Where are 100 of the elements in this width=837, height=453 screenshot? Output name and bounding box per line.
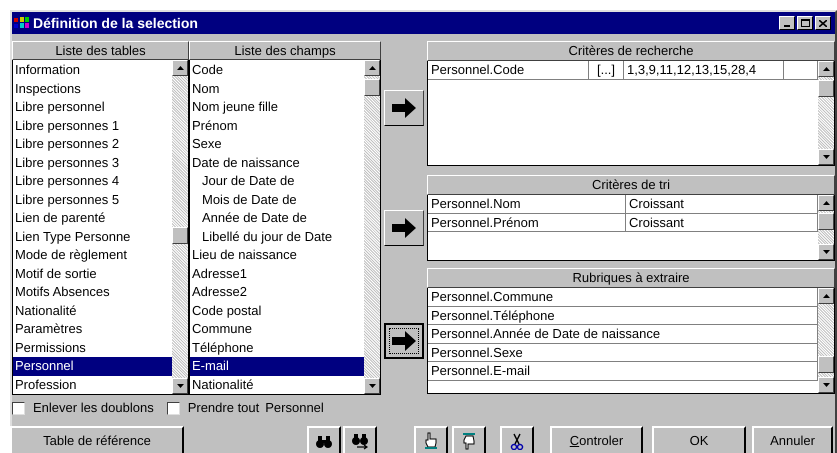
toolbar-button[interactable]	[414, 426, 448, 453]
list-item[interactable]: Code postal	[190, 302, 364, 320]
column-header: Critères de recherche	[427, 41, 835, 61]
table-cell: Personnel.Année de Date de naissance	[428, 325, 818, 344]
list-item[interactable]: Lien Type Personne	[13, 228, 172, 246]
scroll-down-button[interactable]	[364, 378, 380, 394]
scroll-down-button[interactable]	[818, 377, 834, 393]
table-cell: Croissant	[626, 195, 818, 214]
app-icon	[14, 16, 30, 30]
list-item[interactable]: Sexe	[190, 135, 364, 154]
list-item[interactable]: Libre personnes 4	[13, 172, 172, 190]
maximize-icon	[800, 19, 810, 27]
toolbar-button[interactable]	[343, 426, 377, 453]
list-item[interactable]: Personnel	[13, 357, 172, 376]
table-cell: Personnel.Téléphone	[428, 306, 818, 325]
scroll-up-button[interactable]	[818, 288, 834, 304]
toolbar-button[interactable]	[452, 426, 486, 453]
list-item[interactable]: Nom	[190, 80, 364, 98]
list-item[interactable]: Année de Date de	[190, 209, 364, 228]
list-item[interactable]: Paramètres	[13, 320, 172, 338]
hand-icon	[460, 432, 478, 450]
down-arrow-icon	[822, 155, 830, 159]
checkbox[interactable]	[12, 402, 25, 414]
list-item[interactable]: Nationalité	[13, 302, 172, 320]
column-header: Liste des champs	[189, 41, 381, 60]
scissors-icon	[509, 432, 525, 450]
scrollbar[interactable]	[818, 61, 834, 165]
browse-button[interactable]: [...]	[589, 61, 624, 80]
minimize-icon	[784, 25, 790, 27]
scroll-up-button[interactable]	[172, 60, 188, 76]
binoculars-icon	[315, 434, 333, 448]
list-item[interactable]: Libre personnes 3	[13, 154, 172, 172]
list-item[interactable]: Lieu de naissance	[190, 246, 364, 264]
table-name: Personnel	[265, 399, 324, 418]
table-cell: Personnel.Commune	[428, 288, 818, 306]
checkbox-label: Enlever les doublons	[33, 399, 154, 418]
close-button[interactable]	[815, 16, 831, 30]
table-cell: Personnel.Sexe	[428, 344, 818, 362]
list-item[interactable]: Libellé du jour de Date	[190, 228, 364, 246]
scroll-thumb[interactable]	[818, 356, 834, 373]
hand-icon	[422, 432, 440, 450]
list-item[interactable]: Nom jeune fille	[190, 98, 364, 116]
column-header: Rubriques à extraire	[427, 268, 835, 288]
scroll-thumb[interactable]	[364, 79, 380, 96]
list-item[interactable]: Jour de Date de	[190, 172, 364, 190]
list-item[interactable]: Adresse1	[190, 264, 364, 283]
scrollbar[interactable]	[172, 60, 188, 394]
right-arrow-icon	[392, 218, 416, 238]
list-item[interactable]: Mois de Date de	[190, 190, 364, 209]
down-arrow-icon	[822, 383, 830, 387]
table-cell: Personnel.E-mail	[428, 362, 818, 380]
column-header: Critères de tri	[427, 175, 835, 195]
list-item[interactable]: Prénom	[190, 116, 364, 135]
dialog-button[interactable]: Controler	[550, 426, 643, 453]
ok-button[interactable]: OK	[652, 426, 746, 453]
dialog-button[interactable]: Table de référence	[10, 426, 184, 453]
scroll-down-button[interactable]	[172, 378, 188, 394]
up-arrow-icon	[822, 201, 830, 205]
list-item[interactable]: Code	[190, 61, 364, 80]
toolbar-button[interactable]	[307, 426, 341, 453]
scrollbar[interactable]	[818, 195, 834, 260]
table-cell: 1,3,9,11,12,13,15,28,4	[624, 61, 784, 80]
list-item[interactable]: Libre personnel	[13, 98, 172, 116]
list-item[interactable]: Nationalité	[190, 376, 364, 394]
scroll-thumb[interactable]	[172, 227, 188, 244]
list-item[interactable]: Information	[13, 61, 172, 80]
scroll-down-button[interactable]	[818, 244, 834, 260]
list-item[interactable]: Permissions	[13, 338, 172, 357]
list-item[interactable]: Date de naissance	[190, 154, 364, 172]
scroll-thumb[interactable]	[818, 80, 834, 97]
list-item[interactable]: Lien de parenté	[13, 209, 172, 228]
list-item[interactable]: E-mail	[190, 357, 364, 376]
list-item[interactable]: Libre personnes 2	[13, 135, 172, 154]
checkbox-label: Prendre tout	[188, 399, 260, 418]
toolbar-button[interactable]	[500, 426, 534, 453]
dialog-button[interactable]: Annuler	[752, 426, 833, 453]
scrollbar[interactable]	[818, 288, 834, 393]
list-item[interactable]: Adresse2	[190, 283, 364, 302]
checkbox[interactable]	[166, 402, 180, 414]
list-item[interactable]: Téléphone	[190, 338, 364, 357]
list-item[interactable]: Libre personnes 5	[13, 190, 172, 209]
scroll-up-button[interactable]	[818, 195, 834, 211]
right-arrow-icon	[392, 98, 416, 118]
list-item[interactable]: Profession	[13, 376, 172, 394]
up-arrow-icon	[822, 294, 830, 298]
list-item[interactable]: Mode de règlement	[13, 246, 172, 264]
scroll-thumb[interactable]	[818, 213, 834, 230]
list-item[interactable]: Inspections	[13, 80, 172, 98]
scroll-up-button[interactable]	[818, 61, 834, 77]
scroll-down-button[interactable]	[818, 149, 834, 165]
maximize-button[interactable]	[797, 16, 813, 30]
list-item[interactable]: Libre personnes 1	[13, 116, 172, 135]
up-arrow-icon	[822, 67, 830, 71]
minimize-button[interactable]	[779, 16, 795, 30]
list-item[interactable]: Motifs Absences	[13, 283, 172, 302]
list-item[interactable]: Commune	[190, 320, 364, 338]
transfer-button[interactable]	[384, 323, 424, 359]
scrollbar[interactable]	[364, 60, 380, 394]
list-item[interactable]: Motif de sortie	[13, 264, 172, 283]
scroll-up-button[interactable]	[364, 60, 380, 76]
